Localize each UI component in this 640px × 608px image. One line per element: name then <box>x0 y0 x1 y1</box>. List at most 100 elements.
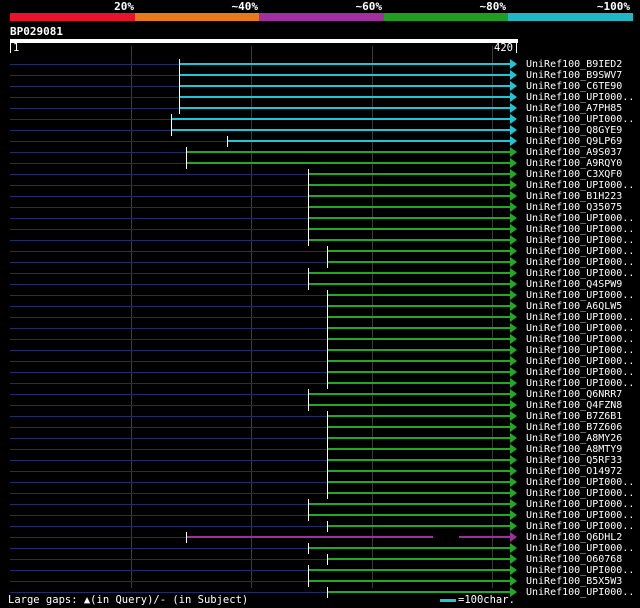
alignment-bar[interactable] <box>327 558 511 560</box>
hit-name-link[interactable]: UniRef100_UPI000.. <box>526 268 634 279</box>
hit-row[interactable]: UniRef100_UPI000.. <box>0 345 640 356</box>
hit-row[interactable]: UniRef100_B5X5W3 <box>0 576 640 587</box>
hit-name-link[interactable]: UniRef100_UPI000.. <box>526 543 634 554</box>
hit-row[interactable]: UniRef100_Q5RF33 <box>0 455 640 466</box>
hit-row[interactable]: UniRef100_Q9LP69 <box>0 136 640 147</box>
alignment-bar[interactable] <box>179 96 511 98</box>
alignment-bar[interactable] <box>308 404 511 406</box>
hit-name-link[interactable]: UniRef100_A9RQY0 <box>526 158 622 169</box>
alignment-bar[interactable] <box>327 294 511 296</box>
hit-name-link[interactable]: UniRef100_UPI000.. <box>526 246 634 257</box>
hit-name-link[interactable]: UniRef100_C3XQF0 <box>526 169 622 180</box>
alignment-bar[interactable] <box>327 437 511 439</box>
alignment-bar[interactable] <box>227 140 511 142</box>
hit-row[interactable]: UniRef100_UPI000.. <box>0 543 640 554</box>
hit-row[interactable]: UniRef100_UPI000.. <box>0 565 640 576</box>
hit-row[interactable]: UniRef100_Q6NRR7 <box>0 389 640 400</box>
hit-name-link[interactable]: UniRef100_B7Z606 <box>526 422 622 433</box>
hit-name-link[interactable]: UniRef100_UPI000.. <box>526 224 634 235</box>
hit-row[interactable]: UniRef100_A8MY26 <box>0 433 640 444</box>
hit-name-link[interactable]: UniRef100_A6QLW5 <box>526 301 622 312</box>
hit-row[interactable]: UniRef100_UPI000.. <box>0 290 640 301</box>
alignment-bar[interactable] <box>308 547 511 549</box>
alignment-bar[interactable] <box>186 151 511 153</box>
hit-name-link[interactable]: UniRef100_UPI000.. <box>526 378 634 389</box>
hit-name-link[interactable]: UniRef100_UPI000.. <box>526 290 634 301</box>
hit-name-link[interactable]: UniRef100_UPI000.. <box>526 499 634 510</box>
alignment-bar[interactable] <box>308 580 511 582</box>
hit-name-link[interactable]: UniRef100_Q9LP69 <box>526 136 622 147</box>
hit-row[interactable]: UniRef100_A9RQY0 <box>0 158 640 169</box>
alignment-bar[interactable] <box>327 360 511 362</box>
alignment-bar[interactable] <box>327 305 511 307</box>
hit-name-link[interactable]: UniRef100_UPI000.. <box>526 367 634 378</box>
hit-row[interactable]: UniRef100_B7Z6B1 <box>0 411 640 422</box>
alignment-bar[interactable] <box>327 371 511 373</box>
alignment-bar[interactable] <box>308 217 511 219</box>
hit-row[interactable]: UniRef100_A8MTY9 <box>0 444 640 455</box>
hit-name-link[interactable]: UniRef100_Q6DHL2 <box>526 532 622 543</box>
hit-row[interactable]: UniRef100_C6TE90 <box>0 81 640 92</box>
hit-row[interactable]: UniRef100_A9S037 <box>0 147 640 158</box>
hit-row[interactable]: UniRef100_UPI000.. <box>0 477 640 488</box>
alignment-bar[interactable] <box>308 569 511 571</box>
hit-row[interactable]: UniRef100_UPI000.. <box>0 378 640 389</box>
hit-name-link[interactable]: UniRef100_UPI000.. <box>526 510 634 521</box>
hit-row[interactable]: UniRef100_UPI000.. <box>0 180 640 191</box>
alignment-bar[interactable] <box>327 349 511 351</box>
alignment-bar[interactable] <box>308 206 511 208</box>
hit-name-link[interactable]: UniRef100_UPI000.. <box>526 235 634 246</box>
hit-name-link[interactable]: UniRef100_A8MY26 <box>526 433 622 444</box>
hit-name-link[interactable]: UniRef100_UPI000.. <box>526 587 634 598</box>
hit-row[interactable]: UniRef100_UPI000.. <box>0 323 640 334</box>
hit-name-link[interactable]: UniRef100_A7PH85 <box>526 103 622 114</box>
alignment-bar[interactable] <box>308 173 511 175</box>
alignment-bar[interactable] <box>308 272 511 274</box>
hit-name-link[interactable]: UniRef100_UPI000.. <box>526 521 634 532</box>
alignment-bar[interactable] <box>179 63 511 65</box>
alignment-bar[interactable] <box>327 250 511 252</box>
hit-row[interactable]: UniRef100_UPI000.. <box>0 92 640 103</box>
alignment-bar[interactable] <box>327 591 511 593</box>
hit-row[interactable]: UniRef100_UPI000.. <box>0 213 640 224</box>
hit-name-link[interactable]: UniRef100_O14972 <box>526 466 622 477</box>
hit-name-link[interactable]: UniRef100_UPI000.. <box>526 312 634 323</box>
hit-row[interactable]: UniRef100_A7PH85 <box>0 103 640 114</box>
alignment-bar[interactable] <box>308 503 511 505</box>
hit-row[interactable]: UniRef100_Q4FZN8 <box>0 400 640 411</box>
hit-name-link[interactable]: UniRef100_A8MTY9 <box>526 444 622 455</box>
hit-name-link[interactable]: UniRef100_UPI000.. <box>526 565 634 576</box>
alignment-bar[interactable] <box>327 470 511 472</box>
hit-name-link[interactable]: UniRef100_Q4SPW9 <box>526 279 622 290</box>
hit-name-link[interactable]: UniRef100_Q4FZN8 <box>526 400 622 411</box>
hit-name-link[interactable]: UniRef100_Q8GYE9 <box>526 125 622 136</box>
alignment-bar[interactable] <box>327 382 511 384</box>
hit-row[interactable]: UniRef100_UPI000.. <box>0 224 640 235</box>
alignment-bar[interactable] <box>308 239 511 241</box>
hit-name-link[interactable]: UniRef100_UPI000.. <box>526 345 634 356</box>
hit-row[interactable]: UniRef100_UPI000.. <box>0 499 640 510</box>
hit-name-link[interactable]: UniRef100_UPI000.. <box>526 114 634 125</box>
alignment-bar[interactable] <box>327 426 511 428</box>
alignment-bar[interactable] <box>327 327 511 329</box>
hit-name-link[interactable]: UniRef100_B9IED2 <box>526 59 622 70</box>
hit-row[interactable]: UniRef100_UPI000.. <box>0 114 640 125</box>
hit-row[interactable]: UniRef100_B9IED2 <box>0 59 640 70</box>
alignment-bar[interactable] <box>172 118 511 120</box>
alignment-bar[interactable] <box>186 536 511 538</box>
hit-name-link[interactable]: UniRef100_UPI000.. <box>526 488 634 499</box>
hit-name-link[interactable]: UniRef100_O60768 <box>526 554 622 565</box>
hit-row[interactable]: UniRef100_UPI000.. <box>0 356 640 367</box>
hit-row[interactable]: UniRef100_Q6DHL2 <box>0 532 640 543</box>
alignment-bar[interactable] <box>327 525 511 527</box>
hit-name-link[interactable]: UniRef100_B1H223 <box>526 191 622 202</box>
alignment-bar[interactable] <box>327 481 511 483</box>
hit-row[interactable]: UniRef100_Q8GYE9 <box>0 125 640 136</box>
hit-row[interactable]: UniRef100_B9SWV7 <box>0 70 640 81</box>
alignment-bar[interactable] <box>308 184 511 186</box>
hit-name-link[interactable]: UniRef100_Q6NRR7 <box>526 389 622 400</box>
hit-row[interactable]: UniRef100_UPI000.. <box>0 488 640 499</box>
alignment-bar[interactable] <box>179 107 511 109</box>
hit-name-link[interactable]: UniRef100_UPI000.. <box>526 323 634 334</box>
alignment-bar[interactable] <box>308 283 511 285</box>
